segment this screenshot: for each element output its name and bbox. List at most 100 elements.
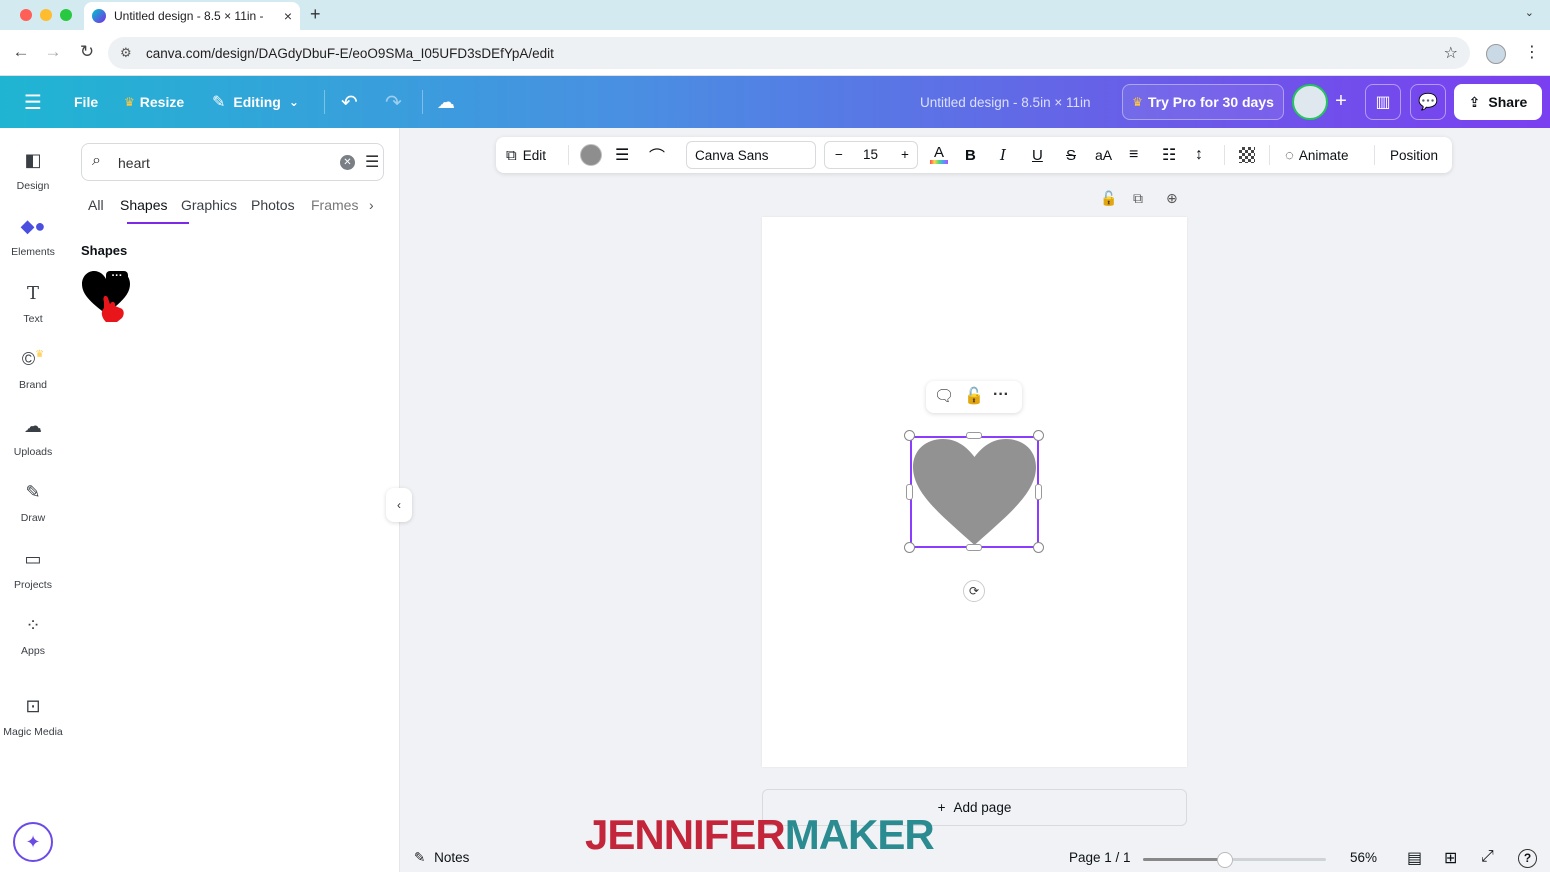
tab-frames[interactable]: Frames	[311, 197, 358, 213]
font-family-dropdown[interactable]: Canva Sans	[686, 141, 816, 169]
cloud-saved-icon[interactable]: ☁	[437, 76, 455, 128]
lock-page-icon[interactable]: 🔓	[1100, 190, 1117, 207]
bold-button[interactable]: B	[965, 137, 976, 173]
address-bar[interactable]: ⚙ canva.com/design/DAGdyDbuF-E/eoO9SMa_I…	[108, 37, 1470, 69]
tab-close-icon[interactable]: ×	[284, 8, 292, 24]
rail-item-text[interactable]: T Text	[0, 283, 66, 325]
search-input[interactable]	[118, 151, 318, 175]
text-color-button[interactable]: A	[930, 137, 948, 173]
border-style-icon[interactable]: ☰	[615, 137, 629, 173]
animate-button[interactable]: ◌ Animate	[1285, 137, 1348, 173]
site-settings-icon[interactable]: ⚙	[120, 45, 132, 61]
rail-item-draw[interactable]: ✎ Draw	[0, 482, 66, 524]
redo-icon[interactable]: ↷	[385, 76, 402, 128]
line-spacing-icon[interactable]: ↕	[1195, 137, 1203, 173]
resize-handle-top-right[interactable]	[1033, 430, 1044, 441]
rail-item-design[interactable]: ◧ Design	[0, 150, 66, 192]
file-menu-button[interactable]: File	[74, 76, 98, 128]
tab-photos[interactable]: Photos	[251, 197, 295, 213]
design-title[interactable]: Untitled design - 8.5in × 11in	[920, 76, 1090, 128]
zoom-slider[interactable]	[1143, 858, 1326, 861]
notes-button[interactable]: ✎ Notes	[414, 850, 469, 866]
rail-item-apps[interactable]: ⁘ Apps	[0, 615, 66, 657]
transparency-button[interactable]	[1239, 137, 1255, 173]
bullet-list-icon[interactable]: ☷	[1162, 137, 1176, 173]
underline-button[interactable]: U	[1032, 137, 1043, 173]
strikethrough-button[interactable]: S	[1066, 137, 1076, 173]
magic-assistant-sparkle-icon[interactable]: ✦	[13, 822, 53, 862]
zoom-percent[interactable]: 56%	[1350, 850, 1377, 865]
tab-graphics[interactable]: Graphics	[181, 197, 237, 213]
page-indicator[interactable]: Page 1 / 1	[1069, 850, 1131, 865]
resize-handle-bottom[interactable]	[966, 544, 982, 551]
align-center-icon[interactable]: ≡	[1129, 137, 1138, 173]
help-icon[interactable]: ?	[1518, 849, 1537, 868]
rail-item-magic-media[interactable]: ⊡ Magic Media	[0, 696, 66, 738]
close-window-button[interactable]	[20, 9, 32, 21]
hamburger-menu-icon[interactable]: ☰	[24, 76, 42, 128]
resize-handle-top-left[interactable]	[904, 430, 915, 441]
collapse-panel-chevron-icon[interactable]: ‹	[386, 488, 412, 522]
tab-all[interactable]: All	[88, 197, 104, 213]
reload-icon[interactable]: ↻	[77, 42, 97, 62]
invite-plus-icon[interactable]: +	[1329, 89, 1353, 113]
duplicate-page-icon[interactable]: ⧉	[1133, 190, 1143, 207]
font-size-input[interactable]: 15	[863, 147, 878, 162]
decrease-font-size-button[interactable]: −	[835, 147, 843, 162]
insights-chart-icon[interactable]: ▥	[1365, 84, 1401, 120]
corner-rounding-icon[interactable]: ⌒	[649, 137, 665, 173]
comment-icon[interactable]: 💬	[1410, 84, 1446, 120]
position-button[interactable]: Position	[1390, 137, 1438, 173]
edit-button[interactable]: ⧉ Edit	[506, 137, 546, 173]
lock-icon[interactable]: 🔓	[964, 386, 984, 406]
add-page-icon[interactable]: ⊕	[1166, 190, 1178, 207]
browser-menu-icon[interactable]: ⋮	[1524, 42, 1540, 62]
undo-icon[interactable]: ↶	[341, 76, 358, 128]
tab-search-button[interactable]: ⌄	[1525, 6, 1534, 19]
italic-button[interactable]: I	[1000, 137, 1006, 173]
zoom-slider-handle[interactable]	[1217, 852, 1234, 868]
resize-handle-left[interactable]	[906, 484, 913, 500]
more-options-icon[interactable]: ···	[106, 271, 128, 285]
pages-view-icon[interactable]: ▤	[1407, 848, 1422, 868]
more-options-icon[interactable]: ···	[993, 386, 1009, 404]
increase-font-size-button[interactable]: +	[901, 147, 909, 162]
search-box[interactable]: ⌕ ✕ ☰	[81, 143, 384, 181]
toolbar-divider	[1224, 145, 1225, 165]
grid-view-icon[interactable]: ⊞	[1444, 848, 1457, 868]
forward-arrow-icon[interactable]: →	[43, 42, 63, 62]
browser-tab[interactable]: Untitled design - 8.5 × 11in - ×	[84, 2, 300, 30]
resize-handle-bottom-left[interactable]	[904, 542, 915, 553]
resize-handle-top[interactable]	[966, 432, 982, 439]
rotate-icon[interactable]: ⟳	[963, 580, 985, 602]
rail-item-projects[interactable]: ▭ Projects	[0, 549, 66, 591]
resize-button[interactable]: ♛ Resize	[124, 76, 184, 128]
fullscreen-icon[interactable]: ⤢	[1481, 848, 1494, 866]
minimize-window-button[interactable]	[40, 9, 52, 21]
resize-handle-right[interactable]	[1035, 484, 1042, 500]
maximize-window-button[interactable]	[60, 9, 72, 21]
comment-add-icon[interactable]: 🗨	[934, 386, 954, 406]
filter-sliders-icon[interactable]: ☰	[365, 152, 379, 172]
try-pro-button[interactable]: ♛ Try Pro for 30 days	[1122, 84, 1284, 120]
transparency-icon	[1239, 147, 1255, 163]
user-avatar[interactable]	[1292, 84, 1328, 120]
chevron-right-icon[interactable]: ›	[369, 197, 374, 213]
tab-shapes[interactable]: Shapes	[120, 197, 167, 213]
canva-favicon-icon	[92, 9, 106, 23]
rail-item-brand[interactable]: ©♛ Brand	[0, 349, 66, 391]
rail-item-uploads[interactable]: ☁ Uploads	[0, 416, 66, 458]
bookmark-star-icon[interactable]: ☆	[1444, 43, 1458, 63]
new-tab-button[interactable]: +	[310, 4, 321, 25]
back-arrow-icon[interactable]: ←	[11, 42, 31, 62]
editing-mode-dropdown[interactable]: ✎ Editing ⌄	[212, 76, 299, 128]
fill-color-button[interactable]	[580, 137, 602, 173]
clear-search-icon[interactable]: ✕	[340, 155, 355, 170]
letter-case-button[interactable]: aA	[1095, 137, 1112, 173]
header-divider	[422, 90, 423, 114]
resize-handle-bottom-right[interactable]	[1033, 542, 1044, 553]
chevron-down-icon: ⌄	[288, 95, 299, 109]
browser-profile-avatar[interactable]	[1486, 44, 1506, 64]
share-button[interactable]: ⇪ Share	[1454, 84, 1542, 120]
rail-item-elements[interactable]: ◆● Elements	[0, 216, 66, 258]
